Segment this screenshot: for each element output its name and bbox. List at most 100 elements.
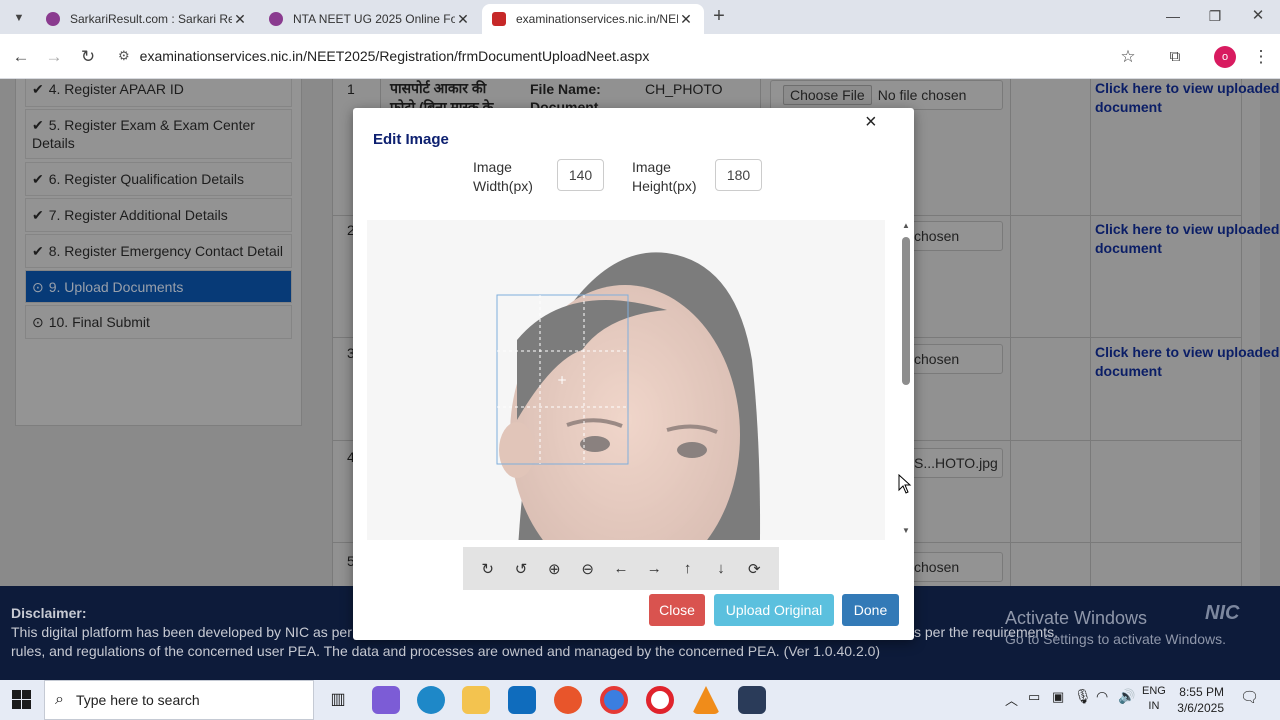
tab-favicon-icon: [269, 12, 283, 26]
rotate-right-icon[interactable]: ↻: [476, 560, 500, 578]
modal-close-icon[interactable]: ×: [865, 111, 877, 134]
table-divider: [1241, 79, 1242, 586]
opera-icon[interactable]: [646, 686, 674, 714]
maximize-window-icon[interactable]: ❐: [1202, 3, 1228, 29]
extensions-icon[interactable]: ⧉: [1162, 44, 1188, 70]
tab-sarkariresult[interactable]: SarkariResult.com : Sarkari Resu ✕: [36, 4, 258, 34]
task-view-icon[interactable]: ▥: [324, 686, 352, 714]
choose-file-button[interactable]: Choose File: [783, 85, 872, 105]
sidebar-item-upload-documents[interactable]: ⊙ 9. Upload Documents: [25, 270, 292, 303]
language-indicator[interactable]: ENG IN: [1142, 684, 1166, 714]
view-document-link[interactable]: Click here to view uploaded document: [1095, 343, 1280, 381]
arrow-right-icon[interactable]: →: [642, 560, 666, 577]
address-bar[interactable]: ⚙ examinationservices.nic.in/NEET2025/Re…: [110, 40, 1150, 72]
no-file-text: No file chosen: [877, 87, 967, 103]
scroll-down-icon[interactable]: ▼: [902, 526, 910, 535]
edge-icon[interactable]: [417, 686, 445, 714]
close-button[interactable]: Close: [649, 594, 705, 626]
file-input[interactable]: Choose File No file chosen: [770, 80, 1003, 110]
scroll-up-icon[interactable]: ▲: [902, 221, 910, 230]
file-status-text: chosen: [914, 351, 960, 367]
sidebar-item-additional[interactable]: ✔ 7. Register Additional Details: [25, 198, 292, 232]
clock[interactable]: 8:55 PM 3/6/2025: [1172, 684, 1224, 716]
arrow-left-icon[interactable]: ←: [609, 560, 633, 577]
bookmark-star-icon[interactable]: ☆: [1115, 44, 1141, 70]
volume-icon[interactable]: 🔊: [1118, 688, 1135, 705]
browser-toolbar: ← → ↻ ⚙ examinationservices.nic.in/NEET2…: [0, 34, 1280, 79]
activate-windows-title: Activate Windows: [1005, 608, 1148, 628]
new-tab-button[interactable]: +: [706, 3, 732, 29]
activate-windows-subtitle: Go to Settings to activate Windows.: [1005, 631, 1226, 647]
clock-icon: ⊙: [32, 314, 44, 330]
zoom-in-icon[interactable]: ⊕: [542, 560, 566, 578]
tab-close-icon[interactable]: ✕: [455, 11, 471, 28]
battery-icon[interactable]: ▭: [1028, 689, 1040, 705]
sidebar-item-exam-center[interactable]: ✔ 5. Register Exam & Exam Center Details: [25, 109, 292, 159]
site-info-icon[interactable]: ⚙: [118, 48, 130, 64]
tab-close-icon[interactable]: ✕: [678, 11, 694, 28]
rotate-left-icon[interactable]: ↺: [509, 560, 533, 578]
modal-title: Edit Image: [373, 131, 449, 148]
sidebar-item-label: 5. Register Exam & Exam Center Details: [32, 117, 255, 151]
reload-icon[interactable]: ↻: [75, 44, 101, 70]
arrow-down-icon[interactable]: ↓: [709, 560, 733, 577]
image-width-label: Image Width(px): [473, 159, 533, 194]
disclaimer-text-left: This digital platform has been developed…: [11, 624, 360, 640]
sidebar-item-label: 4. Register APAAR ID: [48, 81, 184, 97]
microphone-icon[interactable]: 🎙: [1074, 688, 1092, 705]
scrollbar-thumb[interactable]: [902, 237, 910, 385]
browser-menu-icon[interactable]: ⋮: [1248, 44, 1274, 70]
device-icon[interactable]: ▣: [1052, 689, 1064, 705]
outlook-icon[interactable]: [508, 686, 536, 714]
copilot-icon[interactable]: [372, 686, 400, 714]
crop-dim-mask: [367, 220, 885, 540]
tab-search-icon[interactable]: ▼: [6, 5, 32, 31]
sidebar-item-label: 10. Final Submit: [48, 314, 150, 330]
app-icon[interactable]: [738, 686, 766, 714]
clock-time: 8:55 PM: [1179, 685, 1224, 699]
tab-title: SarkariResult.com : Sarkari Resu: [70, 12, 232, 26]
upload-original-button[interactable]: Upload Original: [714, 594, 834, 626]
sidebar-item-emergency[interactable]: ✔ 8. Register Emergency Contact Detail: [25, 234, 292, 268]
sidebar-item-apaar[interactable]: ✔ 4. Register APAAR ID: [25, 79, 292, 107]
sidebar-item-final-submit[interactable]: ⊙ 10. Final Submit: [25, 305, 292, 339]
minimize-window-icon[interactable]: —: [1160, 3, 1186, 29]
tab-nta-neet[interactable]: NTA NEET UG 2025 Online Form ✕: [259, 4, 481, 34]
tab-title: examinationservices.nic.in/NEET: [516, 12, 678, 26]
forward-icon[interactable]: →: [41, 44, 67, 70]
search-placeholder: Type here to search: [75, 692, 200, 708]
close-window-icon[interactable]: ✕: [1245, 3, 1271, 29]
firefox-icon[interactable]: [554, 686, 582, 714]
browser-tab-strip: ▼ SarkariResult.com : Sarkari Resu ✕ NTA…: [0, 0, 1280, 34]
done-button[interactable]: Done: [842, 594, 899, 626]
arrow-up-icon[interactable]: ↑: [676, 560, 700, 577]
chrome-icon[interactable]: [600, 686, 628, 714]
windows-start-icon[interactable]: [12, 690, 32, 710]
back-icon[interactable]: ←: [8, 44, 34, 70]
reset-icon[interactable]: ⟳: [742, 560, 766, 578]
region-code: IN: [1148, 700, 1160, 712]
tab-examinationservices[interactable]: examinationservices.nic.in/NEET ✕: [482, 4, 704, 34]
file-status-text: chosen: [914, 559, 960, 575]
file-explorer-icon[interactable]: [462, 686, 490, 714]
zoom-out-icon[interactable]: ⊖: [576, 560, 600, 578]
disclaimer-text-line2: rules, and regulations of the concerned …: [11, 643, 881, 659]
view-document-link[interactable]: Click here to view uploaded document: [1095, 79, 1280, 117]
url-text: examinationservices.nic.in/NEET2025/Regi…: [139, 48, 650, 64]
profile-avatar[interactable]: o: [1214, 46, 1236, 68]
sidebar-item-qualification[interactable]: ✔ 6. Register Qualification Details: [25, 162, 292, 196]
tab-close-icon[interactable]: ✕: [232, 11, 248, 28]
tray-overflow-icon[interactable]: ︿: [1005, 690, 1018, 709]
image-height-input[interactable]: 180: [715, 159, 762, 191]
sidebar-item-label: 7. Register Additional Details: [48, 207, 228, 223]
vlc-icon[interactable]: [692, 686, 720, 714]
file-status-text: S...HOTO.jpg: [914, 455, 998, 471]
image-width-input[interactable]: 140: [557, 159, 604, 191]
notifications-icon[interactable]: 🗨: [1240, 688, 1259, 706]
image-crop-canvas[interactable]: +: [367, 220, 885, 540]
view-document-link[interactable]: Click here to view uploaded document: [1095, 220, 1280, 258]
check-circle-icon: ✔: [32, 81, 44, 97]
taskbar-search-box[interactable]: ⌕ Type here to search: [44, 680, 314, 720]
wifi-icon[interactable]: ◠: [1096, 688, 1108, 705]
file-name-label: File Name:: [530, 81, 601, 97]
